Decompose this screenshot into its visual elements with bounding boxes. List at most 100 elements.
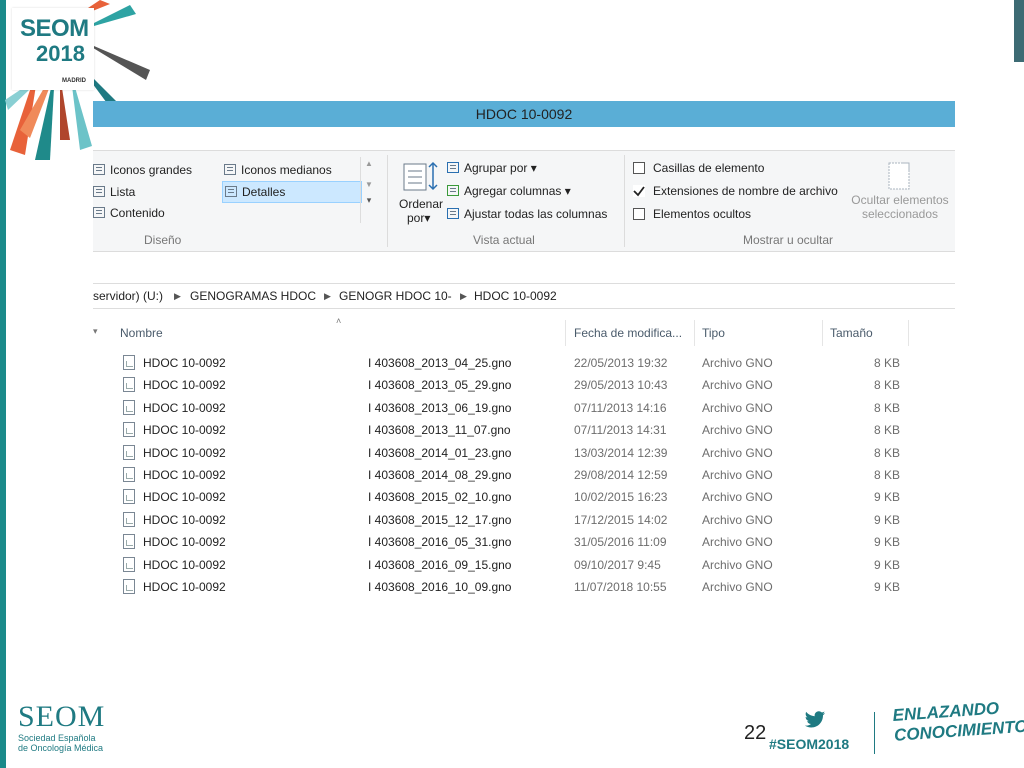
layout-details[interactable]: Detalles <box>222 181 362 203</box>
file-icon <box>123 489 135 505</box>
file-name-prefix: HDOC 10-0092 <box>143 512 226 527</box>
file-row[interactable]: HDOC 10-0092 I 403608_2013_06_19.gno 07/11… <box>120 398 920 420</box>
column-divider[interactable] <box>694 320 695 346</box>
file-extensions-toggle[interactable]: Extensiones de nombre de archivo <box>633 184 838 198</box>
layout-content[interactable]: Contenido <box>93 206 165 220</box>
slide-right-bar <box>1014 0 1024 62</box>
file-name: I 403608_2014_08_29.gno <box>368 468 512 482</box>
file-date: 29/05/2013 10:43 <box>574 378 668 393</box>
file-name: I 403608_2013_06_19.gno <box>368 400 512 415</box>
column-type[interactable]: Tipo <box>702 326 725 340</box>
file-name: I 403608_2015_02_10.gno <box>368 490 512 505</box>
layout-list[interactable]: Lista <box>93 185 135 199</box>
file-type: Archivo GNO <box>702 512 773 527</box>
file-size: 8 KB <box>873 356 900 370</box>
file-icon <box>123 444 135 460</box>
file-type: Archivo GNO <box>702 445 773 460</box>
column-divider[interactable] <box>822 320 823 346</box>
file-name: I 403608_2014_01_23.gno <box>368 445 512 460</box>
file-row[interactable]: HDOC 10-0092 I 403608_2016_05_31.gno 31/05… <box>120 532 920 554</box>
file-date: 10/02/2015 16:23 <box>574 490 668 505</box>
file-name-prefix: HDOC 10-0092 <box>143 400 226 415</box>
chevron-right-icon[interactable]: ▶ <box>460 291 467 302</box>
file-type: Archivo GNO <box>702 468 773 482</box>
title-bar[interactable]: HDOC 10-0092 <box>93 101 955 127</box>
file-row[interactable]: HDOC 10-0092 I 403608_2013_04_25.gno 22/05… <box>120 353 920 375</box>
layout-medium-icons[interactable]: Iconos medianos <box>224 163 332 177</box>
file-icon <box>123 467 135 482</box>
file-size: 9 KB <box>873 580 900 594</box>
file-name-prefix: HDOC 10-0092 <box>143 468 226 482</box>
add-columns-button[interactable]: Agregar columnas ▾ <box>447 184 571 198</box>
footer-society: Sociedad Española de Oncología Médica <box>18 733 103 753</box>
file-size: 8 KB <box>873 400 900 415</box>
column-name[interactable]: Nombre <box>120 326 163 340</box>
chevron-right-icon[interactable]: ▶ <box>174 291 181 302</box>
file-type: Archivo GNO <box>702 356 773 370</box>
layout-scroll[interactable]: ▲ ▼ ▾ <box>360 157 377 223</box>
breadcrumb-genogramas[interactable]: GENOGRAMAS HDOC <box>190 289 316 303</box>
file-name-prefix: HDOC 10-0092 <box>143 445 226 460</box>
file-date: 07/11/2013 14:31 <box>574 423 667 438</box>
file-icon <box>123 422 135 438</box>
file-row[interactable]: HDOC 10-0092 I 403608_2013_11_07.gno 07/11… <box>120 420 920 442</box>
file-size: 9 KB <box>873 557 900 572</box>
item-checkboxes-toggle[interactable]: Casillas de elemento <box>633 161 764 175</box>
checkbox-unchecked-icon[interactable] <box>633 162 645 174</box>
file-row[interactable]: HDOC 10-0092 I 403608_2015_12_17.gno 17/12… <box>120 510 920 532</box>
expand-icon[interactable]: ▾ <box>361 195 377 206</box>
file-type: Archivo GNO <box>702 557 773 572</box>
file-size: 8 KB <box>873 423 900 438</box>
add-columns-icon <box>447 185 459 196</box>
checkbox-unchecked-icon[interactable] <box>633 208 645 220</box>
collapse-icon[interactable]: ▾ <box>93 326 98 337</box>
file-icon <box>123 377 135 393</box>
file-date: 31/05/2016 11:09 <box>574 535 667 550</box>
breadcrumb-drive[interactable]: servidor) (U:) <box>93 289 163 303</box>
column-date[interactable]: Fecha de modifica... <box>574 326 682 340</box>
file-name: I 403608_2015_12_17.gno <box>368 512 512 527</box>
hide-selected-label: Ocultar elementos <box>851 193 949 207</box>
column-size[interactable]: Tamaño <box>830 326 873 340</box>
file-date: 09/10/2017 9:45 <box>574 557 661 572</box>
file-size: 9 KB <box>873 512 900 527</box>
footer-logo: SEOM <box>18 700 106 733</box>
fit-columns-button[interactable]: Ajustar todas las columnas <box>447 207 607 221</box>
breadcrumb-genogr[interactable]: GENOGR HDOC 10- <box>339 289 452 303</box>
file-size: 8 KB <box>873 468 900 482</box>
file-name-prefix: HDOC 10-0092 <box>143 356 226 370</box>
file-row[interactable]: HDOC 10-0092 I 403608_2016_09_15.gno 09/10… <box>120 555 920 577</box>
file-date: 22/05/2013 19:32 <box>574 356 668 370</box>
file-date: 17/12/2015 14:02 <box>574 512 668 527</box>
sort-by-button[interactable]: Ordenar por▾ <box>399 159 445 231</box>
footer-society-line2: de Oncología Médica <box>18 743 104 753</box>
file-name: I 403608_2013_05_29.gno <box>368 378 512 393</box>
group-by-button[interactable]: Agrupar por ▾ <box>447 161 537 175</box>
scroll-down-icon[interactable]: ▼ <box>361 180 377 189</box>
file-size: 8 KB <box>873 378 900 393</box>
file-row[interactable]: HDOC 10-0092 I 403608_2014_08_29.gno 29/08… <box>120 465 920 487</box>
column-divider[interactable] <box>565 320 566 346</box>
file-row[interactable]: HDOC 10-0092 I 403608_2014_01_23.gno 13/03… <box>120 443 920 465</box>
checkbox-checked-icon[interactable] <box>633 185 645 197</box>
file-date: 29/08/2014 12:59 <box>574 468 668 482</box>
logo-year: 2018 <box>36 41 85 66</box>
details-icon <box>225 186 237 197</box>
file-row[interactable]: HDOC 10-0092 I 403608_2015_02_10.gno 10/02… <box>120 487 920 509</box>
file-name: I 403608_2013_04_25.gno <box>368 356 512 370</box>
hidden-items-toggle[interactable]: Elementos ocultos <box>633 207 751 221</box>
column-divider[interactable] <box>908 320 909 346</box>
chevron-right-icon[interactable]: ▶ <box>324 291 331 302</box>
layout-large-icons[interactable]: Iconos grandes <box>93 163 192 177</box>
file-row[interactable]: HDOC 10-0092 I 403608_2013_05_29.gno 29/05… <box>120 375 920 397</box>
file-row[interactable]: HDOC 10-0092 I 403608_2016_10_09.gno 11/07… <box>120 577 920 599</box>
group-by-icon <box>447 162 459 173</box>
breadcrumb-current[interactable]: HDOC 10-0092 <box>474 289 557 303</box>
address-bar[interactable]: servidor) (U:) ▶ GENOGRAMAS HDOC ▶ GENOG… <box>93 283 955 309</box>
footer-society-line1: Sociedad Española <box>18 733 96 743</box>
file-name-prefix: HDOC 10-0092 <box>143 580 226 594</box>
hide-selected-button[interactable]: Ocultar elementos seleccionados <box>845 161 955 231</box>
file-icon <box>123 556 135 572</box>
file-icon <box>123 355 135 370</box>
scroll-up-icon[interactable]: ▲ <box>361 159 377 168</box>
